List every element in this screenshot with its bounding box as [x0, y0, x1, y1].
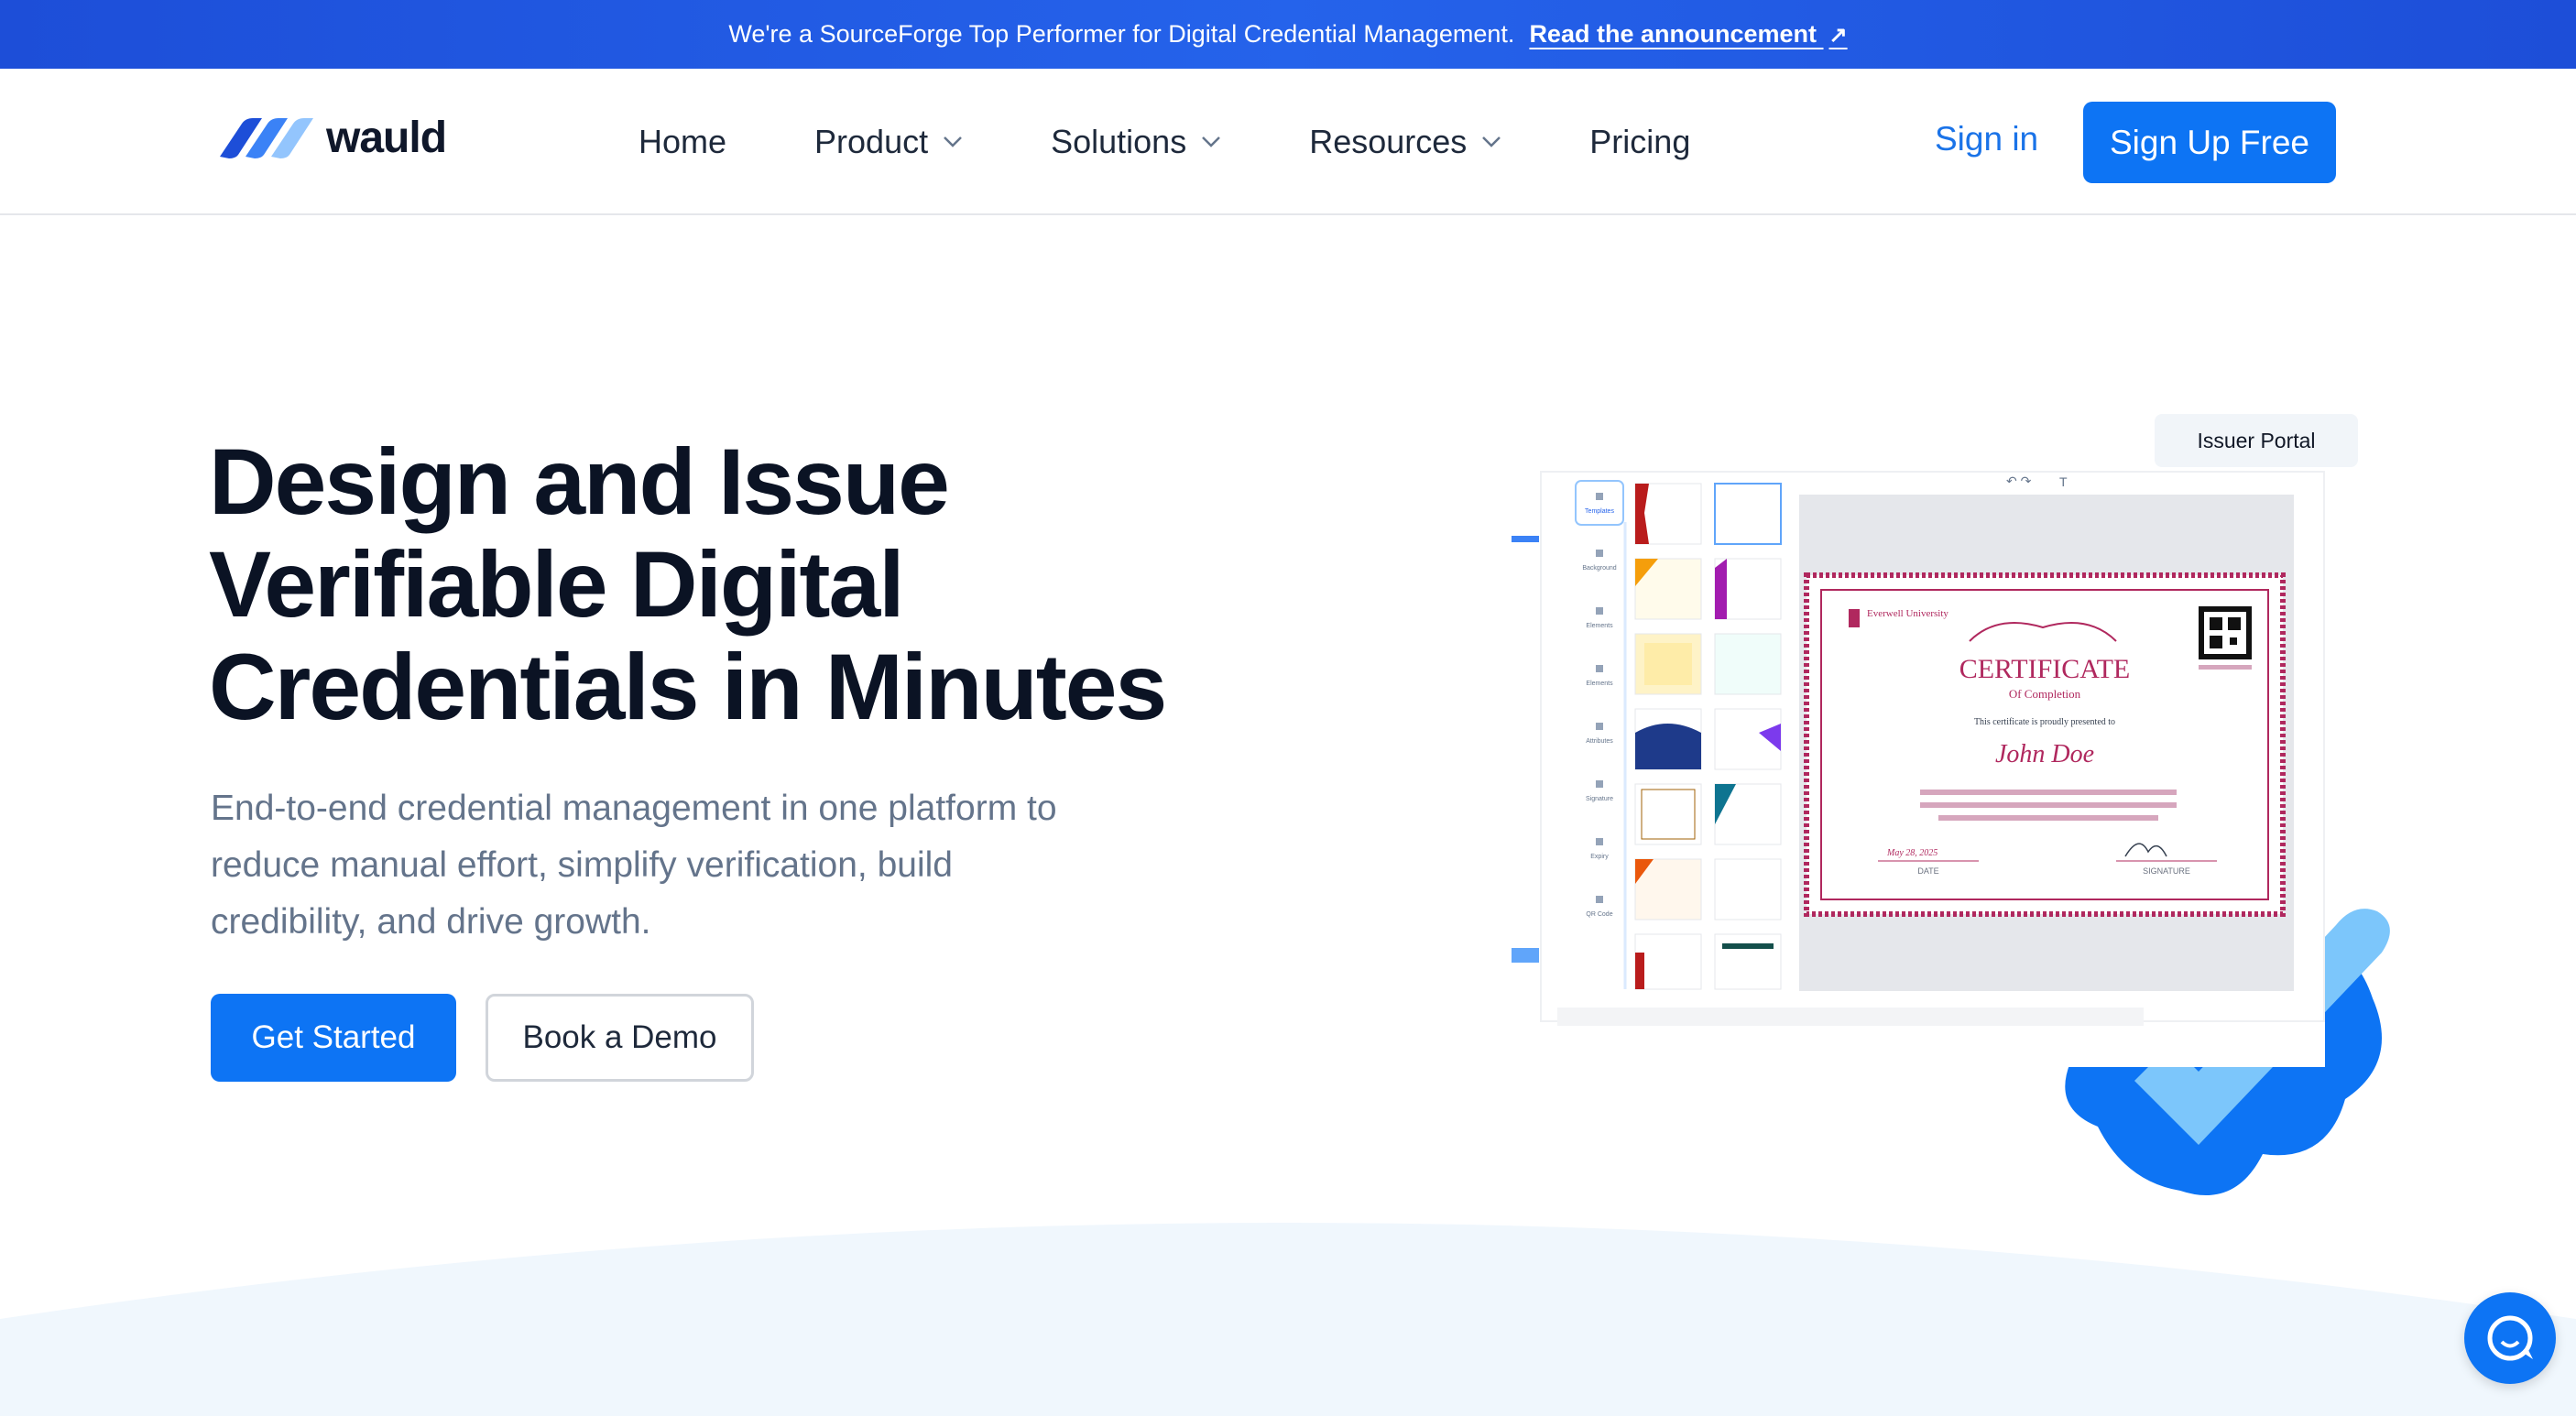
toolbar-text-tool: T	[2059, 474, 2068, 489]
main-menu: Home Product Solutions Resources Pricing	[639, 69, 1778, 215]
wauld-logo-icon	[220, 117, 313, 158]
certificate-title: CERTIFICATE	[1959, 654, 2131, 684]
announcement-text: We're a SourceForge Top Performer for Di…	[728, 20, 1515, 48]
sidebar-label: Signature	[1586, 796, 1613, 802]
issuer-portal-illustration: Templates Background Elements Elements A…	[1482, 471, 2390, 1195]
sidebar-label: Expiry	[1590, 854, 1609, 860]
certificate-presented-text: This certificate is proudly presented to	[1974, 717, 2115, 727]
hero-title-line: Verifiable Digital	[209, 532, 905, 637]
announcement-bar: We're a SourceForge Top Performer for Di…	[0, 0, 2576, 69]
announcement-link-label: Read the announcement	[1529, 20, 1817, 48]
chevron-down-icon	[1202, 136, 1221, 147]
chat-bubble-icon	[2487, 1315, 2533, 1361]
brand-logo[interactable]: wauld	[218, 113, 447, 163]
nav-item-label: Pricing	[1589, 123, 1691, 160]
nav-item-label: Product	[814, 123, 929, 160]
brand-name: wauld	[326, 114, 447, 162]
chevron-down-icon	[1482, 136, 1501, 147]
certificate-date-value: May 28, 2025	[1886, 848, 1937, 858]
hero-subtitle: End-to-end credential management in one …	[211, 780, 1145, 951]
sidebar-label: Background	[1582, 565, 1616, 572]
announcement-link[interactable]: Read the announcement ↗	[1529, 20, 1847, 49]
bottom-wave	[0, 1223, 2576, 1416]
certificate-recipient-name: John Doe	[1995, 740, 2094, 768]
chevron-down-icon	[944, 136, 962, 147]
certificate-org: Everwell University	[1867, 608, 1948, 619]
nav-item-label: Home	[639, 123, 727, 160]
sidebar-label: QR Code	[1586, 911, 1612, 918]
sidebar-label: Elements	[1586, 623, 1613, 629]
hero-subtitle-line: credibility, and drive growth.	[211, 902, 651, 942]
get-started-button[interactable]: Get Started	[211, 994, 456, 1082]
external-arrow-icon: ↗	[1828, 23, 1848, 48]
sign-in-link[interactable]: Sign in	[1935, 120, 2038, 158]
nav-item-home[interactable]: Home	[639, 123, 726, 161]
chat-widget-button[interactable]	[2464, 1292, 2556, 1384]
nav-item-resources[interactable]: Resources	[1309, 123, 1501, 161]
certificate-signature-label: SIGNATURE	[2143, 866, 2190, 876]
sign-up-button[interactable]: Sign Up Free	[2083, 102, 2336, 183]
hero-title-line: Credentials in Minutes	[209, 635, 1167, 739]
nav-item-label: Solutions	[1051, 123, 1187, 160]
nav-item-pricing[interactable]: Pricing	[1589, 123, 1690, 161]
certificate-preview: Everwell University CERTIFICATE Of Compl…	[1804, 572, 2286, 917]
nav-item-product[interactable]: Product	[814, 123, 963, 161]
top-navbar: wauld Home Product Solutions Resources P…	[0, 69, 2576, 215]
hero-title: Design and Issue Verifiable Digital Cred…	[209, 430, 1217, 738]
hero-subtitle-line: End-to-end credential management in one …	[211, 789, 1057, 828]
sidebar-label: Templates	[1585, 508, 1614, 515]
svg-text:↶ ↷: ↶ ↷	[2006, 474, 2032, 488]
hero-title-line: Design and Issue	[209, 430, 950, 534]
nav-item-solutions[interactable]: Solutions	[1051, 123, 1221, 161]
certificate-subtitle: Of Completion	[2009, 687, 2081, 701]
hero-subtitle-line: reduce manual effort, simplify verificat…	[211, 845, 953, 885]
book-demo-button[interactable]: Book a Demo	[486, 994, 754, 1082]
certificate-date-label: DATE	[1917, 866, 1938, 876]
issuer-portal-tag: Issuer Portal	[2155, 414, 2358, 467]
sidebar-label: Elements	[1586, 681, 1613, 687]
sidebar-label: Attributes	[1586, 738, 1613, 745]
nav-item-label: Resources	[1309, 123, 1468, 160]
